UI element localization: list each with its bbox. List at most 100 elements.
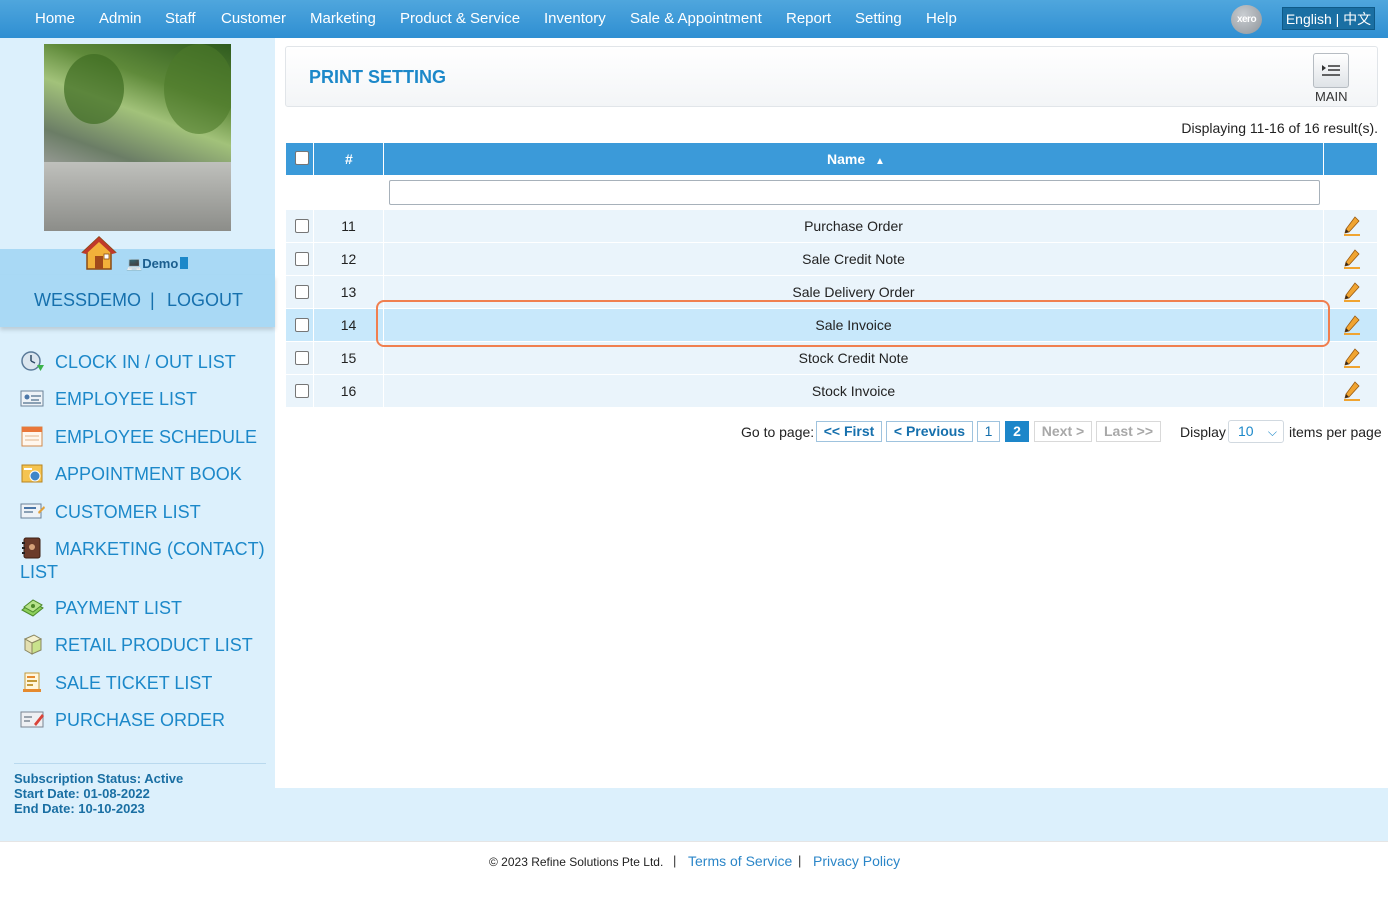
nav-inventory[interactable]: Inventory — [544, 10, 606, 27]
first-page-button[interactable]: << First — [816, 421, 882, 442]
header-num-label: # — [345, 151, 353, 167]
demo-label: 💻Demo — [126, 256, 189, 272]
purchase-order-icon — [20, 711, 44, 728]
terms-of-service-link[interactable]: Terms of Service — [688, 853, 792, 869]
sort-ascending-icon: ▲ — [875, 156, 885, 167]
receipt-icon — [23, 672, 41, 692]
page-2-button[interactable]: 2 — [1005, 421, 1029, 442]
nav-staff[interactable]: Staff — [165, 10, 196, 27]
nav-customer[interactable]: Customer — [221, 10, 286, 27]
menu-retail-product-list[interactable]: RETAIL PRODUCT LIST — [20, 633, 270, 657]
menu-purchase-order[interactable]: PURCHASE ORDER — [20, 708, 270, 732]
row-number: 13 — [314, 276, 384, 308]
row-checkbox[interactable] — [295, 318, 309, 332]
page-title: PRINT SETTING — [309, 67, 447, 87]
nav-report[interactable]: Report — [786, 10, 831, 27]
calendar-icon — [21, 426, 43, 447]
language-switch[interactable]: English | 中文 — [1282, 7, 1375, 30]
edit-pencil-icon[interactable] — [1343, 315, 1361, 335]
laptop-icon: 💻 — [126, 256, 143, 271]
customer-card-icon — [20, 503, 45, 519]
previous-page-button[interactable]: < Previous — [886, 421, 973, 442]
login-bar: WESSDEMO | LOGOUT — [0, 275, 275, 327]
row-name: Sale Credit Note — [384, 243, 1324, 275]
contact-book-icon — [22, 537, 41, 559]
header-name-label[interactable]: Name ▲ — [827, 151, 885, 167]
home-icon[interactable] — [80, 234, 118, 272]
menu-employee-schedule[interactable]: EMPLOYEE SCHEDULE — [20, 425, 270, 449]
last-page-button[interactable]: Last >> — [1096, 421, 1161, 442]
subscription-divider — [14, 763, 266, 764]
title-panel — [285, 46, 1378, 107]
table-row[interactable]: 11 Purchase Order — [286, 210, 1377, 242]
menu-payment-list[interactable]: PAYMENT LIST — [20, 596, 270, 620]
nav-product-service[interactable]: Product & Service — [400, 10, 520, 27]
list-menu-icon — [1322, 65, 1340, 76]
footer — [0, 841, 1388, 902]
select-all-checkbox[interactable] — [295, 151, 309, 165]
goto-page-label: Go to page: — [741, 424, 815, 440]
row-checkbox[interactable] — [295, 285, 309, 299]
edit-pencil-icon[interactable] — [1343, 216, 1361, 236]
privacy-policy-link[interactable]: Privacy Policy — [813, 853, 900, 869]
row-checkbox[interactable] — [295, 219, 309, 233]
main-button[interactable] — [1313, 53, 1349, 88]
money-icon — [21, 599, 44, 617]
row-number: 12 — [314, 243, 384, 275]
appointment-book-icon — [21, 464, 43, 483]
row-checkbox[interactable] — [295, 384, 309, 398]
copyright-text: © 2023 Refine Solutions Pte Ltd. — [489, 855, 664, 869]
row-checkbox[interactable] — [295, 252, 309, 266]
page-1-button[interactable]: 1 — [977, 421, 1000, 442]
menu-customer-list[interactable]: CUSTOMER LIST — [20, 500, 270, 524]
table-row[interactable]: 16 Stock Invoice — [286, 375, 1377, 407]
product-box-icon — [23, 634, 43, 655]
edit-pencil-icon[interactable] — [1343, 249, 1361, 269]
sidebar: 💻Demo WESSDEMO | LOGOUT CLOCK IN / OUT L… — [0, 38, 275, 841]
profile-photo — [44, 44, 231, 231]
nav-home[interactable]: Home — [35, 10, 75, 27]
nav-setting[interactable]: Setting — [855, 10, 902, 27]
row-name: Stock Invoice — [384, 375, 1324, 407]
table-row-selected[interactable]: 14 Sale Invoice — [286, 309, 1377, 341]
next-page-button[interactable]: Next > — [1034, 421, 1092, 442]
nav-help[interactable]: Help — [926, 10, 957, 27]
top-navigation: Home Admin Staff Customer Marketing Prod… — [0, 0, 1388, 38]
main-button-label: MAIN — [1315, 89, 1348, 104]
nav-admin[interactable]: Admin — [99, 10, 142, 27]
username-link[interactable]: WESSDEMO — [34, 290, 141, 311]
display-label: Display — [1180, 424, 1226, 440]
nav-sale-appointment[interactable]: Sale & Appointment — [630, 10, 762, 27]
xero-logo-icon[interactable]: xero — [1231, 5, 1262, 34]
table-row[interactable]: 15 Stock Credit Note — [286, 342, 1377, 374]
row-name: Stock Credit Note — [384, 342, 1324, 374]
content-bottom-band — [275, 788, 1388, 841]
edit-pencil-icon[interactable] — [1343, 381, 1361, 401]
subscription-start-date: Start Date: 01-08-2022 — [14, 786, 150, 801]
items-per-page-label: items per page — [1289, 424, 1382, 440]
row-name: Sale Invoice — [384, 309, 1324, 341]
menu-employee-list[interactable]: EMPLOYEE LIST — [20, 387, 270, 411]
employee-card-icon — [20, 390, 44, 407]
row-name: Sale Delivery Order — [384, 276, 1324, 308]
edit-pencil-icon[interactable] — [1343, 282, 1361, 302]
result-count: Displaying 11-16 of 16 result(s). — [1181, 120, 1378, 136]
name-filter-input[interactable] — [389, 180, 1320, 205]
menu-marketing-contact-list[interactable]: MARKETING (CONTACT) LIST — [20, 537, 270, 584]
logout-link[interactable]: LOGOUT — [167, 290, 243, 311]
edit-pencil-icon[interactable] — [1343, 348, 1361, 368]
table-row[interactable]: 13 Sale Delivery Order — [286, 276, 1377, 308]
device-icon — [180, 257, 189, 269]
row-checkbox[interactable] — [295, 351, 309, 365]
clock-icon — [21, 351, 44, 371]
row-number: 14 — [314, 309, 384, 341]
row-number: 16 — [314, 375, 384, 407]
menu-appointment-book[interactable]: APPOINTMENT BOOK — [20, 462, 270, 486]
items-per-page-select[interactable]: 10 ⌵ — [1228, 420, 1284, 443]
menu-sale-ticket-list[interactable]: SALE TICKET LIST — [20, 671, 270, 695]
nav-marketing[interactable]: Marketing — [310, 10, 376, 27]
chevron-down-icon: ⌵ — [1267, 425, 1277, 439]
table-row[interactable]: 12 Sale Credit Note — [286, 243, 1377, 275]
row-number: 15 — [314, 342, 384, 374]
menu-clock-in-out-list[interactable]: CLOCK IN / OUT LIST — [20, 350, 270, 374]
